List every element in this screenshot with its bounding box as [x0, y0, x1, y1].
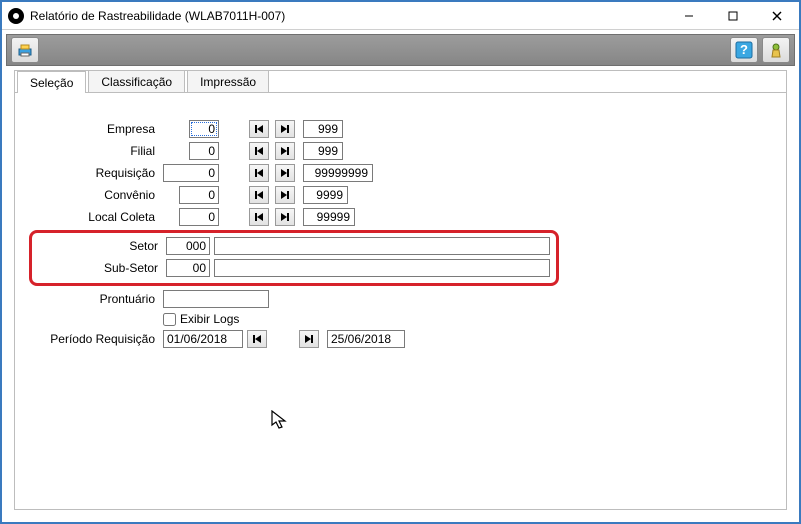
local-coleta-first-button[interactable] [249, 208, 269, 226]
tab-selection[interactable]: Seleção [17, 71, 86, 93]
filial-label: Filial [39, 144, 159, 158]
app-icon [8, 8, 24, 24]
convenio-to-value[interactable]: 9999 [303, 186, 348, 204]
filial-from-input[interactable] [189, 142, 219, 160]
prontuario-label: Prontuário [39, 292, 159, 306]
filial-first-button[interactable] [249, 142, 269, 160]
exit-button[interactable] [762, 37, 790, 63]
tab-printing[interactable]: Impressão [187, 70, 269, 92]
convenio-label: Convênio [39, 188, 159, 202]
local-coleta-last-button[interactable] [275, 208, 295, 226]
setor-desc-input[interactable] [214, 237, 550, 255]
printer-button[interactable] [11, 37, 39, 63]
tab-bar: Seleção Classificação Impressão [15, 70, 786, 92]
exibir-logs-checkbox[interactable] [163, 313, 176, 326]
subsetor-desc-input[interactable] [214, 259, 550, 277]
svg-text:?: ? [740, 42, 748, 57]
maximize-button[interactable] [711, 2, 755, 30]
window-title: Relatório de Rastreabilidade (WLAB7011H-… [30, 9, 285, 23]
mouse-cursor-icon [271, 410, 289, 432]
window-titlebar: Relatório de Rastreabilidade (WLAB7011H-… [2, 2, 799, 30]
empresa-label: Empresa [39, 122, 159, 136]
exibir-logs-label: Exibir Logs [180, 312, 239, 326]
filial-last-button[interactable] [275, 142, 295, 160]
local-coleta-from-input[interactable] [179, 208, 219, 226]
tab-classification[interactable]: Classificação [88, 70, 185, 92]
prontuario-input[interactable] [163, 290, 269, 308]
periodo-first-button[interactable] [247, 330, 267, 348]
convenio-from-input[interactable] [179, 186, 219, 204]
convenio-last-button[interactable] [275, 186, 295, 204]
minimize-button[interactable] [667, 2, 711, 30]
requisicao-last-button[interactable] [275, 164, 295, 182]
tab-content: Empresa 999 Filial 999 Requisição 999999… [15, 94, 786, 510]
main-frame: Seleção Classificação Impressão Empresa … [14, 70, 787, 510]
requisicao-label: Requisição [39, 166, 159, 180]
setor-label: Setor [32, 239, 162, 253]
subsetor-code-input[interactable] [166, 259, 210, 277]
local-coleta-to-value[interactable]: 99999 [303, 208, 355, 226]
periodo-from-input[interactable] [163, 330, 243, 348]
empresa-last-button[interactable] [275, 120, 295, 138]
toolbar: ? [6, 34, 795, 66]
subsetor-label: Sub-Setor [32, 261, 162, 275]
empresa-from-input[interactable] [189, 120, 219, 138]
requisicao-from-input[interactable] [163, 164, 219, 182]
empresa-to-value[interactable]: 999 [303, 120, 343, 138]
local-coleta-label: Local Coleta [39, 210, 159, 224]
close-button[interactable] [755, 2, 799, 30]
filial-to-value[interactable]: 999 [303, 142, 343, 160]
periodo-to-input[interactable] [327, 330, 405, 348]
requisicao-first-button[interactable] [249, 164, 269, 182]
convenio-first-button[interactable] [249, 186, 269, 204]
empresa-first-button[interactable] [249, 120, 269, 138]
highlight-box: Setor Sub-Setor [29, 230, 559, 286]
help-button[interactable]: ? [730, 37, 758, 63]
requisicao-to-value[interactable]: 99999999 [303, 164, 373, 182]
setor-code-input[interactable] [166, 237, 210, 255]
periodo-label: Período Requisição [39, 332, 159, 346]
periodo-last-button[interactable] [299, 330, 319, 348]
